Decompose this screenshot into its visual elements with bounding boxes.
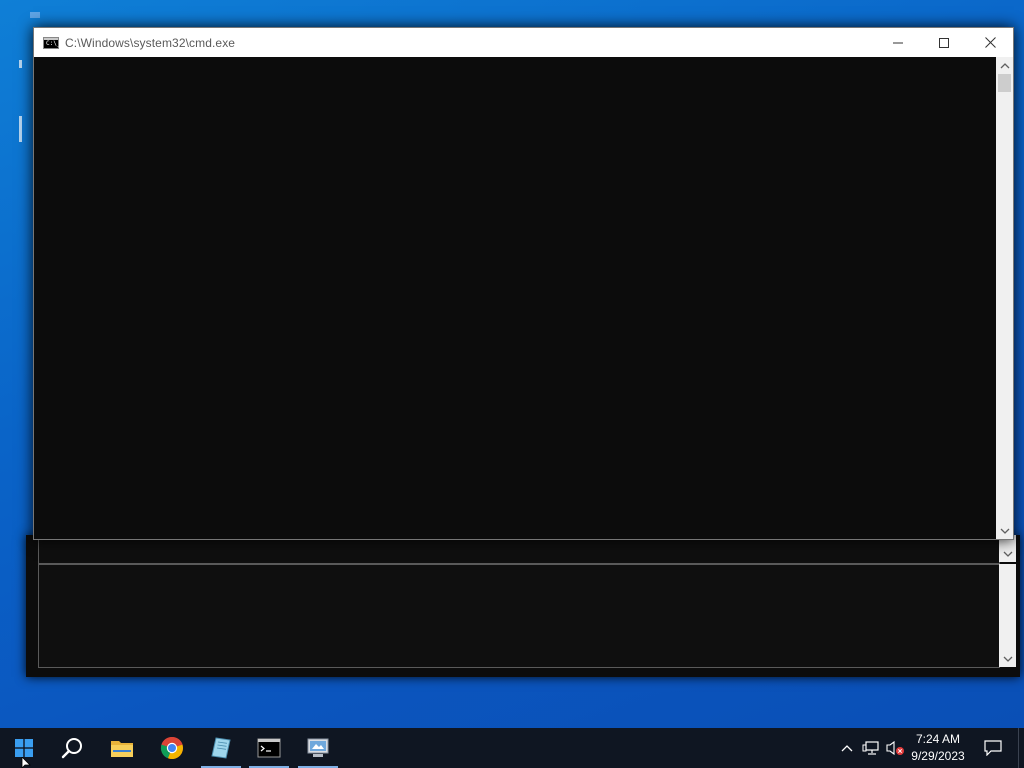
console-output[interactable]	[34, 57, 995, 539]
network-icon	[862, 741, 879, 755]
background-window-pane-bottom	[38, 564, 1000, 668]
close-icon	[984, 37, 996, 48]
control-panel-button[interactable]	[294, 728, 342, 768]
close-button[interactable]	[967, 28, 1013, 57]
scroll-down-button[interactable]	[996, 522, 1013, 539]
computer-icon	[307, 738, 329, 757]
desktop-icon-fragment[interactable]	[30, 12, 40, 18]
vertical-scrollbar[interactable]	[996, 57, 1013, 539]
chevron-down-icon	[1000, 528, 1009, 534]
network-button[interactable]	[860, 728, 882, 768]
scroll-thumb[interactable]	[998, 74, 1011, 92]
console-icon-label: C:\_	[46, 39, 61, 47]
console-icon	[257, 738, 281, 758]
minimize-icon	[893, 42, 903, 43]
notepad-book-icon	[211, 737, 231, 759]
scroll-up-button[interactable]	[996, 57, 1013, 74]
search-button[interactable]	[48, 728, 96, 768]
chevron-down-icon[interactable]	[1002, 653, 1014, 665]
volume-button[interactable]	[884, 728, 906, 768]
clock[interactable]: 7:24 AM 9/29/2023	[905, 728, 971, 768]
cmd-window[interactable]: C:\_ C:\Windows\system32\cmd.exe	[33, 27, 1014, 540]
chrome-icon	[160, 736, 184, 760]
chrome-button[interactable]	[148, 728, 196, 768]
show-desktop-button[interactable]	[1018, 728, 1024, 768]
volume-muted-icon	[886, 740, 904, 756]
notifications-button[interactable]	[978, 728, 1008, 768]
chevron-up-icon	[841, 745, 853, 752]
chevron-up-icon	[1000, 62, 1009, 68]
file-explorer-button[interactable]	[98, 728, 146, 768]
console-icon[interactable]: C:\_	[43, 36, 61, 49]
taskbar: 7:24 AM 9/29/2023	[0, 728, 1024, 768]
clock-time: 7:24 AM	[915, 732, 961, 746]
search-icon	[61, 738, 82, 759]
clock-date: 9/29/2023	[911, 749, 965, 763]
desktop-icon-fragment[interactable]	[19, 116, 22, 142]
folder-icon	[111, 741, 133, 757]
desktop-icon-fragment[interactable]	[19, 60, 22, 68]
windows-logo-icon	[15, 739, 33, 757]
notepad-app-button[interactable]	[197, 728, 245, 768]
command-prompt-button[interactable]	[245, 728, 293, 768]
window-title: C:\Windows\system32\cmd.exe	[65, 35, 236, 50]
minimize-button[interactable]	[875, 28, 921, 57]
chevron-down-icon[interactable]	[1002, 548, 1014, 560]
notification-icon	[984, 740, 1002, 756]
mouse-cursor-icon	[21, 757, 31, 768]
maximize-icon	[939, 37, 949, 48]
maximize-button[interactable]	[921, 28, 967, 57]
tray-overflow-button[interactable]	[838, 728, 856, 768]
title-bar[interactable]: C:\_ C:\Windows\system32\cmd.exe	[34, 28, 1013, 57]
background-window[interactable]	[26, 535, 1020, 677]
background-window-scrollbar-bottom[interactable]	[999, 564, 1016, 667]
